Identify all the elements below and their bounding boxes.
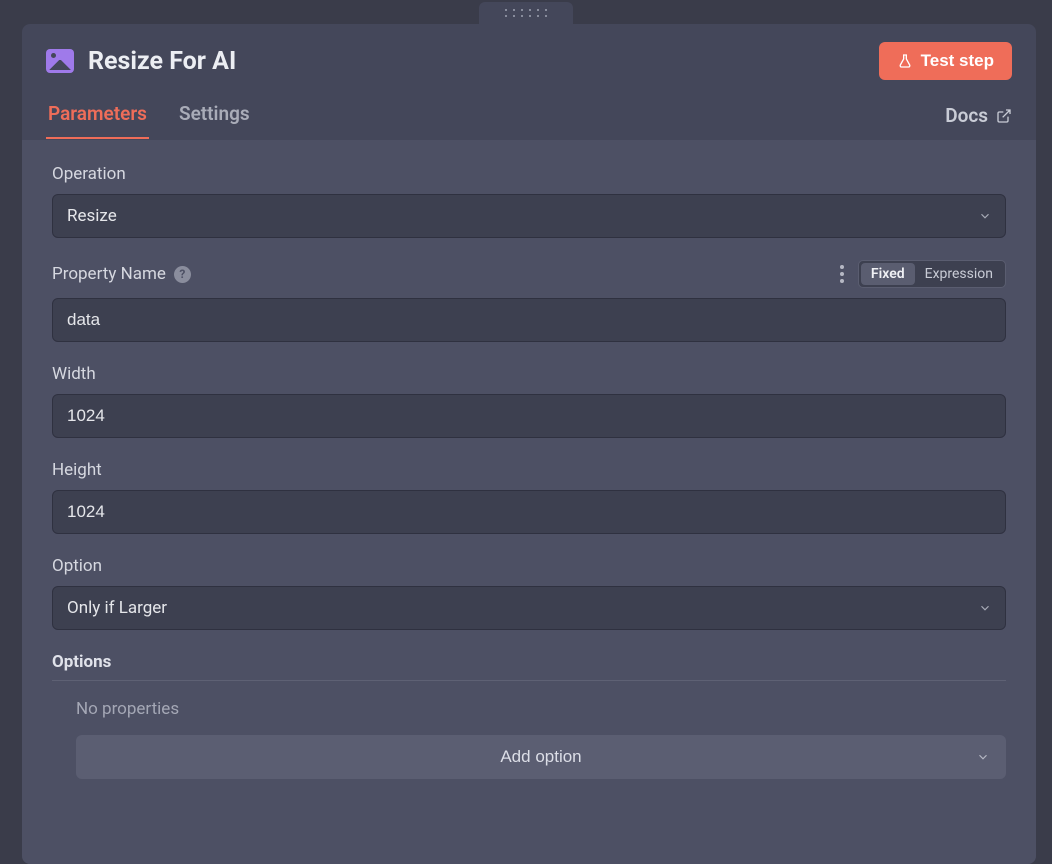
property-name-label-text: Property Name <box>52 264 166 284</box>
options-empty-text: No properties <box>52 681 1006 735</box>
panel-body: Operation Resize Property Name ? F <box>22 140 1036 864</box>
field-width: Width <box>52 364 1006 438</box>
operation-select[interactable]: Resize <box>52 194 1006 238</box>
option-select[interactable]: Only if Larger <box>52 586 1006 630</box>
tab-parameters[interactable]: Parameters <box>46 92 149 139</box>
toggle-fixed[interactable]: Fixed <box>861 263 915 285</box>
width-input[interactable] <box>52 394 1006 438</box>
add-option-button[interactable]: Add option <box>76 735 1006 779</box>
field-option: Option Only if Larger <box>52 556 1006 630</box>
field-operation: Operation Resize <box>52 164 1006 238</box>
height-input[interactable] <box>52 490 1006 534</box>
drag-handle[interactable] <box>479 2 573 24</box>
property-name-label: Property Name ? <box>52 264 191 284</box>
grip-dots-icon <box>505 9 547 17</box>
width-label: Width <box>52 364 96 384</box>
flask-icon <box>897 53 913 69</box>
operation-label: Operation <box>52 164 126 184</box>
field-height: Height <box>52 460 1006 534</box>
property-name-input[interactable] <box>52 298 1006 342</box>
docs-label: Docs <box>945 104 988 127</box>
chevron-down-icon <box>976 750 990 764</box>
tab-settings[interactable]: Settings <box>177 92 252 139</box>
docs-link[interactable]: Docs <box>945 104 1012 127</box>
toggle-expression[interactable]: Expression <box>915 263 1003 285</box>
external-link-icon <box>996 108 1012 124</box>
property-name-menu-button[interactable] <box>836 261 848 287</box>
test-step-button[interactable]: Test step <box>879 42 1012 80</box>
field-property-name: Property Name ? Fixed Expression <box>52 260 1006 342</box>
tabs-row: Parameters Settings Docs <box>22 92 1036 140</box>
property-name-controls: Fixed Expression <box>836 260 1006 288</box>
tabs: Parameters Settings <box>46 92 252 139</box>
value-mode-toggle: Fixed Expression <box>858 260 1006 288</box>
title-wrap: Resize For AI <box>46 47 236 76</box>
help-icon[interactable]: ? <box>174 266 191 283</box>
image-icon <box>46 49 74 73</box>
test-step-label: Test step <box>921 51 994 71</box>
options-section-header: Options <box>52 652 1006 681</box>
node-settings-panel: Resize For AI Test step Parameters Setti… <box>22 24 1036 864</box>
panel-title: Resize For AI <box>88 47 236 76</box>
add-option-label: Add option <box>500 747 581 766</box>
panel-header: Resize For AI Test step <box>22 24 1036 92</box>
option-label: Option <box>52 556 102 576</box>
height-label: Height <box>52 460 102 480</box>
